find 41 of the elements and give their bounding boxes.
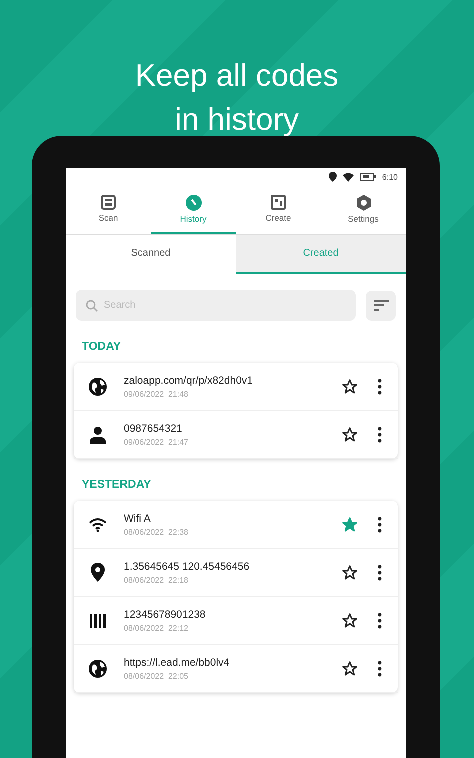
- wifi-icon: [343, 172, 354, 182]
- timestamp: 08/06/2022 22:05: [124, 672, 190, 680]
- timestamp: 09/06/2022 21:48: [124, 390, 190, 398]
- headline: Keep all codes in history: [134, 57, 340, 136]
- more-icon: [378, 516, 382, 532]
- timestamp: 08/06/2022 22:38: [124, 528, 190, 536]
- settings-icon: [356, 194, 372, 210]
- search-icon: [86, 300, 98, 312]
- sort-button[interactable]: [366, 290, 396, 320]
- code-content: https://l.ead.me/bb0lv4: [124, 656, 231, 668]
- code-content: 0987654321: [124, 422, 184, 434]
- globe-icon: [88, 658, 108, 678]
- section-heading: YESTERDAY: [81, 478, 152, 493]
- timestamp: 08/06/2022 22:12: [124, 624, 190, 632]
- more-icon: [378, 378, 382, 394]
- nav-tab[interactable]: Scan: [66, 186, 151, 234]
- battery-icon: [360, 173, 376, 181]
- code-content: 1.35645645 120.45456456: [124, 560, 251, 572]
- barcode-icon: [90, 614, 106, 628]
- globe-icon: [88, 376, 108, 396]
- more-icon: [378, 564, 382, 580]
- edit-icon: [271, 195, 286, 210]
- nav-tab[interactable]: Settings: [321, 186, 406, 234]
- qr-icon: [101, 195, 116, 210]
- section-heading: TODAY: [81, 340, 122, 355]
- more-icon: [378, 426, 382, 442]
- more-icon: [378, 612, 382, 628]
- person-icon: [89, 426, 107, 444]
- location-pin-icon: [91, 563, 105, 582]
- more-icon: [378, 660, 382, 676]
- timestamp: 08/06/2022 22:18: [124, 576, 190, 584]
- code-content: 12345678901238: [124, 608, 207, 620]
- sort-icon: [374, 300, 388, 311]
- code-content: Wifi A: [124, 512, 152, 524]
- wifi-icon: [89, 518, 107, 532]
- code-content: zaloapp.com/qr/p/x82dh0v1: [124, 374, 254, 386]
- timestamp: 09/06/2022 21:47: [124, 438, 190, 446]
- clock: 6:10: [382, 172, 398, 182]
- nav-tab[interactable]: Create: [236, 186, 321, 234]
- history-icon: [186, 194, 202, 210]
- location-icon: [329, 172, 338, 182]
